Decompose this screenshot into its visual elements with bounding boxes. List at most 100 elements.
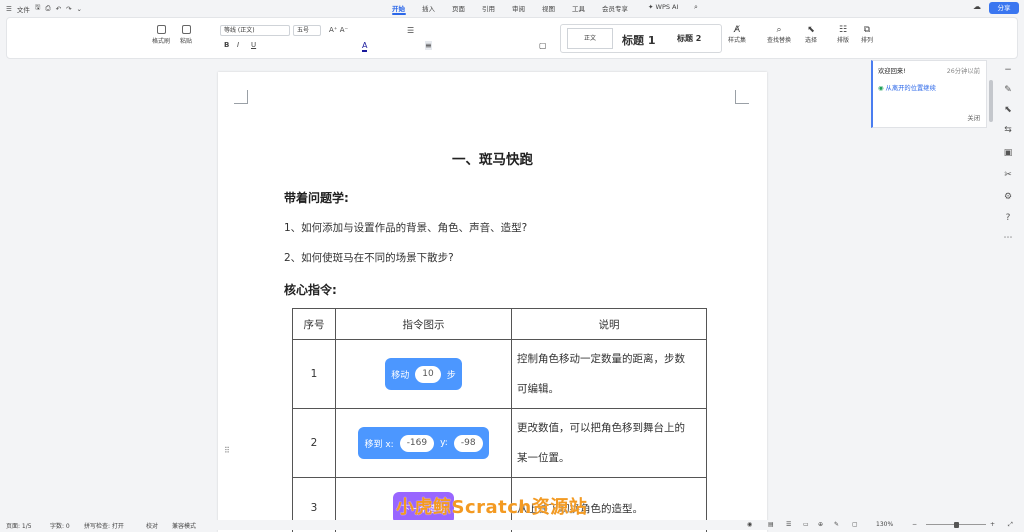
table-header: 序号: [293, 309, 336, 340]
zoom-out-button[interactable]: −: [912, 521, 917, 528]
resume-label: 从离开的位置继续: [886, 85, 936, 92]
pen-icon[interactable]: ✎: [1003, 85, 1013, 95]
read-icon[interactable]: ▭: [803, 521, 809, 528]
move-steps-block: 移动 10 步: [385, 358, 461, 390]
select-label: 选择: [799, 35, 823, 44]
document-page[interactable]: 一、斑马快跑 带着问题学: 1、如何添加与设置作品的背景、角色、声音、造型? 2…: [218, 72, 767, 532]
tab-view[interactable]: 视图: [542, 3, 572, 13]
outline-icon[interactable]: ☰: [786, 521, 791, 528]
section-heading-questions: 带着问题学:: [284, 189, 349, 206]
pen-icon[interactable]: ✎: [834, 521, 839, 528]
settings-icon[interactable]: ⚙: [1003, 192, 1013, 202]
eye-icon: ◉: [878, 85, 884, 92]
format-painter-button[interactable]: 格式刷: [150, 25, 172, 45]
zoom-level[interactable]: 130%: [876, 521, 893, 528]
grow-font-button[interactable]: A⁺ A⁻: [329, 26, 348, 34]
table-header: 指令图示: [336, 309, 512, 340]
page-view-icon[interactable]: ▤: [768, 521, 774, 528]
redo-icon[interactable]: ↷: [66, 5, 71, 13]
welcome-title: 欢迎回来!: [878, 66, 906, 75]
fit-icon[interactable]: ▢: [852, 521, 858, 528]
undo-icon[interactable]: ↶: [56, 5, 61, 13]
style-set-button[interactable]: A̸样式集: [725, 25, 749, 44]
menu-icon[interactable]: ☰: [6, 5, 12, 13]
resume-link[interactable]: ◉ 从离开的位置继续: [878, 83, 936, 92]
border-icon[interactable]: ▢: [539, 41, 547, 50]
style-normal[interactable]: 正文: [567, 28, 613, 49]
close-button[interactable]: 关闭: [967, 113, 980, 122]
tab-references[interactable]: 引用: [482, 3, 512, 13]
tab-page[interactable]: 页面: [452, 3, 482, 13]
eye-protect-icon[interactable]: ◉: [747, 521, 752, 528]
title-bar: ☰ 文件 🖫 ⎙ ↶ ↷ ⌄ 开始 插入 页面 引用 审阅 视图 工具 会员专享…: [0, 0, 1024, 16]
format-painter-label: 格式刷: [150, 36, 172, 45]
style-heading-1[interactable]: 标题 1: [622, 32, 655, 48]
image-icon[interactable]: ▣: [1003, 148, 1013, 158]
go-to-xy-block: 移到 x: -169 y: -98: [358, 427, 488, 459]
welcome-time: 26分钟以前: [947, 66, 980, 75]
page-counter[interactable]: 页面: 1/5: [6, 521, 32, 530]
bullet-list-icon[interactable]: ☰: [407, 26, 414, 35]
block-input: 10: [415, 366, 440, 383]
table-row: 2 移到 x: -169 y: -98 更改数值，可以把角色移到舞台上的 某一位…: [293, 409, 707, 478]
question-2: 2、如何使斑马在不同的场景下散步?: [284, 250, 454, 265]
more-icon[interactable]: ⋯: [1003, 233, 1013, 243]
row-description: 更改数值，可以把角色移到舞台上的 某一位置。: [512, 409, 707, 478]
file-menu[interactable]: 文件: [17, 4, 30, 14]
watermark-text: 小虎鲸Scratch资源站: [396, 493, 587, 519]
tab-review[interactable]: 审阅: [512, 3, 542, 13]
minus-icon[interactable]: −: [1003, 65, 1013, 75]
fullscreen-icon[interactable]: ⤢: [1008, 521, 1013, 529]
brush-icon: [157, 25, 166, 34]
ribbon-toolbar: 格式刷 粘贴 等线 (正文) 五号 B I U A⁺ A⁻ A ☰ ≡ ▢ 正文…: [6, 17, 1018, 59]
cursor-icon[interactable]: ⬉: [1003, 105, 1013, 115]
paste-label: 粘贴: [175, 36, 197, 45]
style-gallery: 正文 标题 1 标题 2: [560, 24, 722, 53]
save-icon[interactable]: 🖫: [35, 3, 41, 14]
zoom-slider-handle[interactable]: [954, 522, 959, 528]
arrange-button[interactable]: ⧉排列: [857, 25, 877, 44]
paste-button[interactable]: 粘贴: [175, 25, 197, 45]
find-replace-label: 查找替换: [762, 35, 796, 44]
style-heading-2[interactable]: 标题 2: [677, 33, 701, 44]
tab-tools[interactable]: 工具: [572, 3, 602, 13]
description-line: 控制角色移动一定数量的距离，步数: [517, 344, 701, 374]
cursor-icon: ⬉: [807, 25, 815, 35]
word-count[interactable]: 字数: 0: [50, 521, 70, 530]
font-name-select[interactable]: 等线 (正文): [220, 25, 290, 36]
help-icon[interactable]: ?: [1003, 213, 1013, 223]
spell-check[interactable]: 拼写检查: 打开: [84, 521, 124, 530]
italic-button[interactable]: I: [237, 41, 239, 49]
share-button[interactable]: 分享: [989, 2, 1019, 14]
chevron-down-icon[interactable]: ⌄: [76, 5, 81, 13]
layout-icon: ☷: [839, 25, 847, 35]
description-line: 某一位置。: [517, 443, 701, 473]
select-button[interactable]: ⬉选择: [799, 25, 823, 44]
vertical-scrollbar[interactable]: [987, 60, 995, 520]
block-label: y:: [440, 438, 448, 448]
tools-icon[interactable]: ✂: [1003, 170, 1013, 180]
tab-member[interactable]: 会员专享: [602, 3, 648, 13]
bold-button[interactable]: B: [224, 41, 229, 49]
web-icon[interactable]: ⊕: [818, 521, 823, 528]
find-replace-button[interactable]: ⌕查找替换: [762, 25, 796, 44]
proofread[interactable]: 校对: [146, 521, 158, 530]
zoom-in-button[interactable]: +: [990, 521, 995, 528]
adjust-icon[interactable]: ⇆: [1003, 125, 1013, 135]
align-center-icon[interactable]: ≡: [425, 41, 432, 50]
underline-button[interactable]: U: [251, 41, 256, 49]
row-number: 1: [293, 340, 336, 409]
print-icon[interactable]: ⎙: [45, 4, 50, 13]
font-color-button[interactable]: A: [362, 41, 367, 52]
tab-insert[interactable]: 插入: [422, 3, 452, 13]
layout-button[interactable]: ☷排版: [833, 25, 853, 44]
search-icon[interactable]: ⌕: [694, 3, 698, 13]
drag-handle-icon[interactable]: ⠿: [224, 446, 230, 455]
font-size-select[interactable]: 五号: [293, 25, 321, 36]
wps-ai-button[interactable]: ✦ WPS AI: [648, 3, 694, 13]
row-number: 2: [293, 409, 336, 478]
tab-home[interactable]: 开始: [392, 3, 422, 13]
cloud-icon[interactable]: ☁: [973, 2, 981, 11]
style-set-icon: A̸: [734, 25, 740, 35]
scrollbar-thumb[interactable]: [989, 80, 993, 122]
